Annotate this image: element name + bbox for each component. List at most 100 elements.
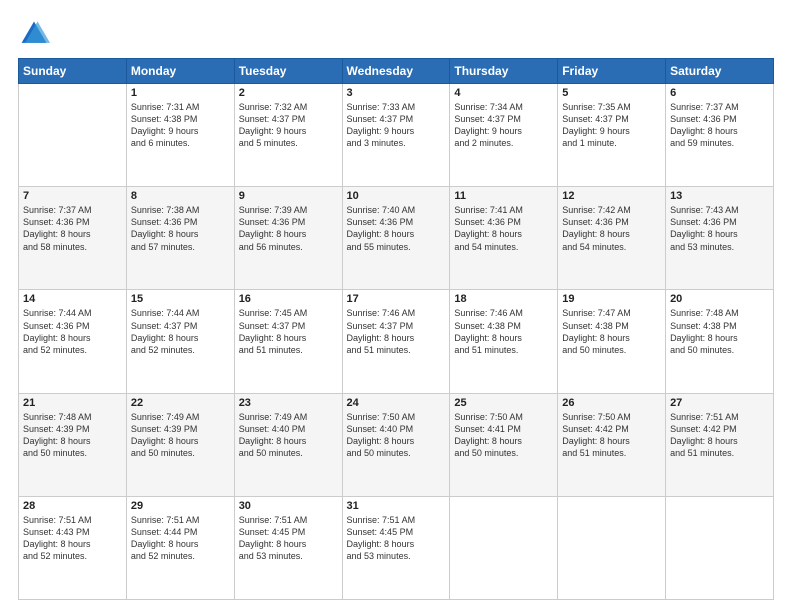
calendar-cell: 7 Sunrise: 7:37 AM Sunset: 4:36 PM Daylig… xyxy=(19,187,127,290)
day-number: 18 xyxy=(454,293,553,305)
calendar-cell: 24 Sunrise: 7:50 AM Sunset: 4:40 PM Dayli… xyxy=(342,393,450,496)
weekday-header: Wednesday xyxy=(342,59,450,84)
calendar-cell: 1Sunrise: 7:31 AM Sunset: 4:38 PM Daylig… xyxy=(126,84,234,187)
calendar-cell: 28 Sunrise: 7:51 AM Sunset: 4:43 PM Dayli… xyxy=(19,496,127,599)
calendar-header-row: SundayMondayTuesdayWednesdayThursdayFrid… xyxy=(19,59,774,84)
calendar-cell: 12 Sunrise: 7:42 AM Sunset: 4:36 PM Dayli… xyxy=(558,187,666,290)
day-number: 27 xyxy=(670,397,769,409)
day-number: 19 xyxy=(562,293,661,305)
calendar-cell: 31 Sunrise: 7:51 AM Sunset: 4:45 PM Dayli… xyxy=(342,496,450,599)
calendar-week-row: 1Sunrise: 7:31 AM Sunset: 4:38 PM Daylig… xyxy=(19,84,774,187)
day-info: Sunrise: 7:38 AM Sunset: 4:36 PM Dayligh… xyxy=(131,204,230,253)
weekday-header: Thursday xyxy=(450,59,558,84)
day-info: Sunrise: 7:40 AM Sunset: 4:36 PM Dayligh… xyxy=(347,204,446,253)
weekday-header: Saturday xyxy=(666,59,774,84)
calendar-cell: 10 Sunrise: 7:40 AM Sunset: 4:36 PM Dayli… xyxy=(342,187,450,290)
calendar-table: SundayMondayTuesdayWednesdayThursdayFrid… xyxy=(18,58,774,600)
day-info: Sunrise: 7:39 AM Sunset: 4:36 PM Dayligh… xyxy=(239,204,338,253)
calendar-cell: 6 Sunrise: 7:37 AM Sunset: 4:36 PM Daylig… xyxy=(666,84,774,187)
calendar-cell: 20Sunrise: 7:48 AM Sunset: 4:38 PM Dayli… xyxy=(666,290,774,393)
day-info: Sunrise: 7:48 AM Sunset: 4:39 PM Dayligh… xyxy=(23,411,122,460)
day-info: Sunrise: 7:43 AM Sunset: 4:36 PM Dayligh… xyxy=(670,204,769,253)
calendar-cell: 15 Sunrise: 7:44 AM Sunset: 4:37 PM Dayli… xyxy=(126,290,234,393)
day-info: Sunrise: 7:44 AM Sunset: 4:37 PM Dayligh… xyxy=(131,307,230,356)
day-number: 31 xyxy=(347,500,446,512)
calendar-cell: 4 Sunrise: 7:34 AM Sunset: 4:37 PM Daylig… xyxy=(450,84,558,187)
calendar-week-row: 28 Sunrise: 7:51 AM Sunset: 4:43 PM Dayli… xyxy=(19,496,774,599)
day-info: Sunrise: 7:47 AM Sunset: 4:38 PM Dayligh… xyxy=(562,307,661,356)
day-number: 1 xyxy=(131,87,230,99)
day-info: Sunrise: 7:42 AM Sunset: 4:36 PM Dayligh… xyxy=(562,204,661,253)
day-info: Sunrise: 7:33 AM Sunset: 4:37 PM Dayligh… xyxy=(347,101,446,150)
day-number: 22 xyxy=(131,397,230,409)
weekday-header: Friday xyxy=(558,59,666,84)
day-number: 11 xyxy=(454,190,553,202)
day-number: 5 xyxy=(562,87,661,99)
day-number: 26 xyxy=(562,397,661,409)
day-info: Sunrise: 7:41 AM Sunset: 4:36 PM Dayligh… xyxy=(454,204,553,253)
calendar-cell xyxy=(450,496,558,599)
calendar-week-row: 7 Sunrise: 7:37 AM Sunset: 4:36 PM Daylig… xyxy=(19,187,774,290)
day-number: 12 xyxy=(562,190,661,202)
day-number: 20 xyxy=(670,293,769,305)
day-number: 17 xyxy=(347,293,446,305)
calendar-cell: 13Sunrise: 7:43 AM Sunset: 4:36 PM Dayli… xyxy=(666,187,774,290)
day-info: Sunrise: 7:50 AM Sunset: 4:42 PM Dayligh… xyxy=(562,411,661,460)
day-info: Sunrise: 7:49 AM Sunset: 4:40 PM Dayligh… xyxy=(239,411,338,460)
day-number: 10 xyxy=(347,190,446,202)
day-info: Sunrise: 7:51 AM Sunset: 4:43 PM Dayligh… xyxy=(23,514,122,563)
day-number: 2 xyxy=(239,87,338,99)
calendar-cell: 27 Sunrise: 7:51 AM Sunset: 4:42 PM Dayli… xyxy=(666,393,774,496)
day-info: Sunrise: 7:44 AM Sunset: 4:36 PM Dayligh… xyxy=(23,307,122,356)
calendar-cell: 17Sunrise: 7:46 AM Sunset: 4:37 PM Dayli… xyxy=(342,290,450,393)
day-number: 14 xyxy=(23,293,122,305)
day-info: Sunrise: 7:37 AM Sunset: 4:36 PM Dayligh… xyxy=(23,204,122,253)
calendar-cell xyxy=(666,496,774,599)
day-number: 16 xyxy=(239,293,338,305)
day-number: 24 xyxy=(347,397,446,409)
day-number: 23 xyxy=(239,397,338,409)
calendar-cell: 26 Sunrise: 7:50 AM Sunset: 4:42 PM Dayli… xyxy=(558,393,666,496)
calendar-cell: 30 Sunrise: 7:51 AM Sunset: 4:45 PM Dayli… xyxy=(234,496,342,599)
day-info: Sunrise: 7:50 AM Sunset: 4:40 PM Dayligh… xyxy=(347,411,446,460)
calendar-cell: 29Sunrise: 7:51 AM Sunset: 4:44 PM Dayli… xyxy=(126,496,234,599)
calendar-cell: 16 Sunrise: 7:45 AM Sunset: 4:37 PM Dayli… xyxy=(234,290,342,393)
day-number: 4 xyxy=(454,87,553,99)
calendar-week-row: 21Sunrise: 7:48 AM Sunset: 4:39 PM Dayli… xyxy=(19,393,774,496)
weekday-header: Monday xyxy=(126,59,234,84)
calendar-cell: 23 Sunrise: 7:49 AM Sunset: 4:40 PM Dayli… xyxy=(234,393,342,496)
weekday-header: Sunday xyxy=(19,59,127,84)
day-number: 28 xyxy=(23,500,122,512)
day-number: 15 xyxy=(131,293,230,305)
day-number: 6 xyxy=(670,87,769,99)
calendar-cell xyxy=(19,84,127,187)
day-info: Sunrise: 7:45 AM Sunset: 4:37 PM Dayligh… xyxy=(239,307,338,356)
calendar-cell: 3Sunrise: 7:33 AM Sunset: 4:37 PM Daylig… xyxy=(342,84,450,187)
day-info: Sunrise: 7:34 AM Sunset: 4:37 PM Dayligh… xyxy=(454,101,553,150)
page: SundayMondayTuesdayWednesdayThursdayFrid… xyxy=(0,0,792,612)
day-number: 7 xyxy=(23,190,122,202)
day-info: Sunrise: 7:50 AM Sunset: 4:41 PM Dayligh… xyxy=(454,411,553,460)
calendar-week-row: 14 Sunrise: 7:44 AM Sunset: 4:36 PM Dayli… xyxy=(19,290,774,393)
day-number: 30 xyxy=(239,500,338,512)
day-info: Sunrise: 7:32 AM Sunset: 4:37 PM Dayligh… xyxy=(239,101,338,150)
day-info: Sunrise: 7:37 AM Sunset: 4:36 PM Dayligh… xyxy=(670,101,769,150)
day-info: Sunrise: 7:51 AM Sunset: 4:42 PM Dayligh… xyxy=(670,411,769,460)
calendar-cell: 11 Sunrise: 7:41 AM Sunset: 4:36 PM Dayli… xyxy=(450,187,558,290)
day-info: Sunrise: 7:46 AM Sunset: 4:38 PM Dayligh… xyxy=(454,307,553,356)
calendar-cell: 5Sunrise: 7:35 AM Sunset: 4:37 PM Daylig… xyxy=(558,84,666,187)
calendar-cell: 18 Sunrise: 7:46 AM Sunset: 4:38 PM Dayli… xyxy=(450,290,558,393)
calendar-cell: 9Sunrise: 7:39 AM Sunset: 4:36 PM Daylig… xyxy=(234,187,342,290)
day-number: 25 xyxy=(454,397,553,409)
day-info: Sunrise: 7:51 AM Sunset: 4:44 PM Dayligh… xyxy=(131,514,230,563)
calendar-cell: 14 Sunrise: 7:44 AM Sunset: 4:36 PM Dayli… xyxy=(19,290,127,393)
day-info: Sunrise: 7:51 AM Sunset: 4:45 PM Dayligh… xyxy=(347,514,446,563)
logo xyxy=(18,18,54,50)
weekday-header: Tuesday xyxy=(234,59,342,84)
day-info: Sunrise: 7:51 AM Sunset: 4:45 PM Dayligh… xyxy=(239,514,338,563)
calendar-cell: 8Sunrise: 7:38 AM Sunset: 4:36 PM Daylig… xyxy=(126,187,234,290)
calendar-cell: 19 Sunrise: 7:47 AM Sunset: 4:38 PM Dayli… xyxy=(558,290,666,393)
day-info: Sunrise: 7:49 AM Sunset: 4:39 PM Dayligh… xyxy=(131,411,230,460)
header xyxy=(18,18,774,50)
logo-icon xyxy=(18,18,50,50)
